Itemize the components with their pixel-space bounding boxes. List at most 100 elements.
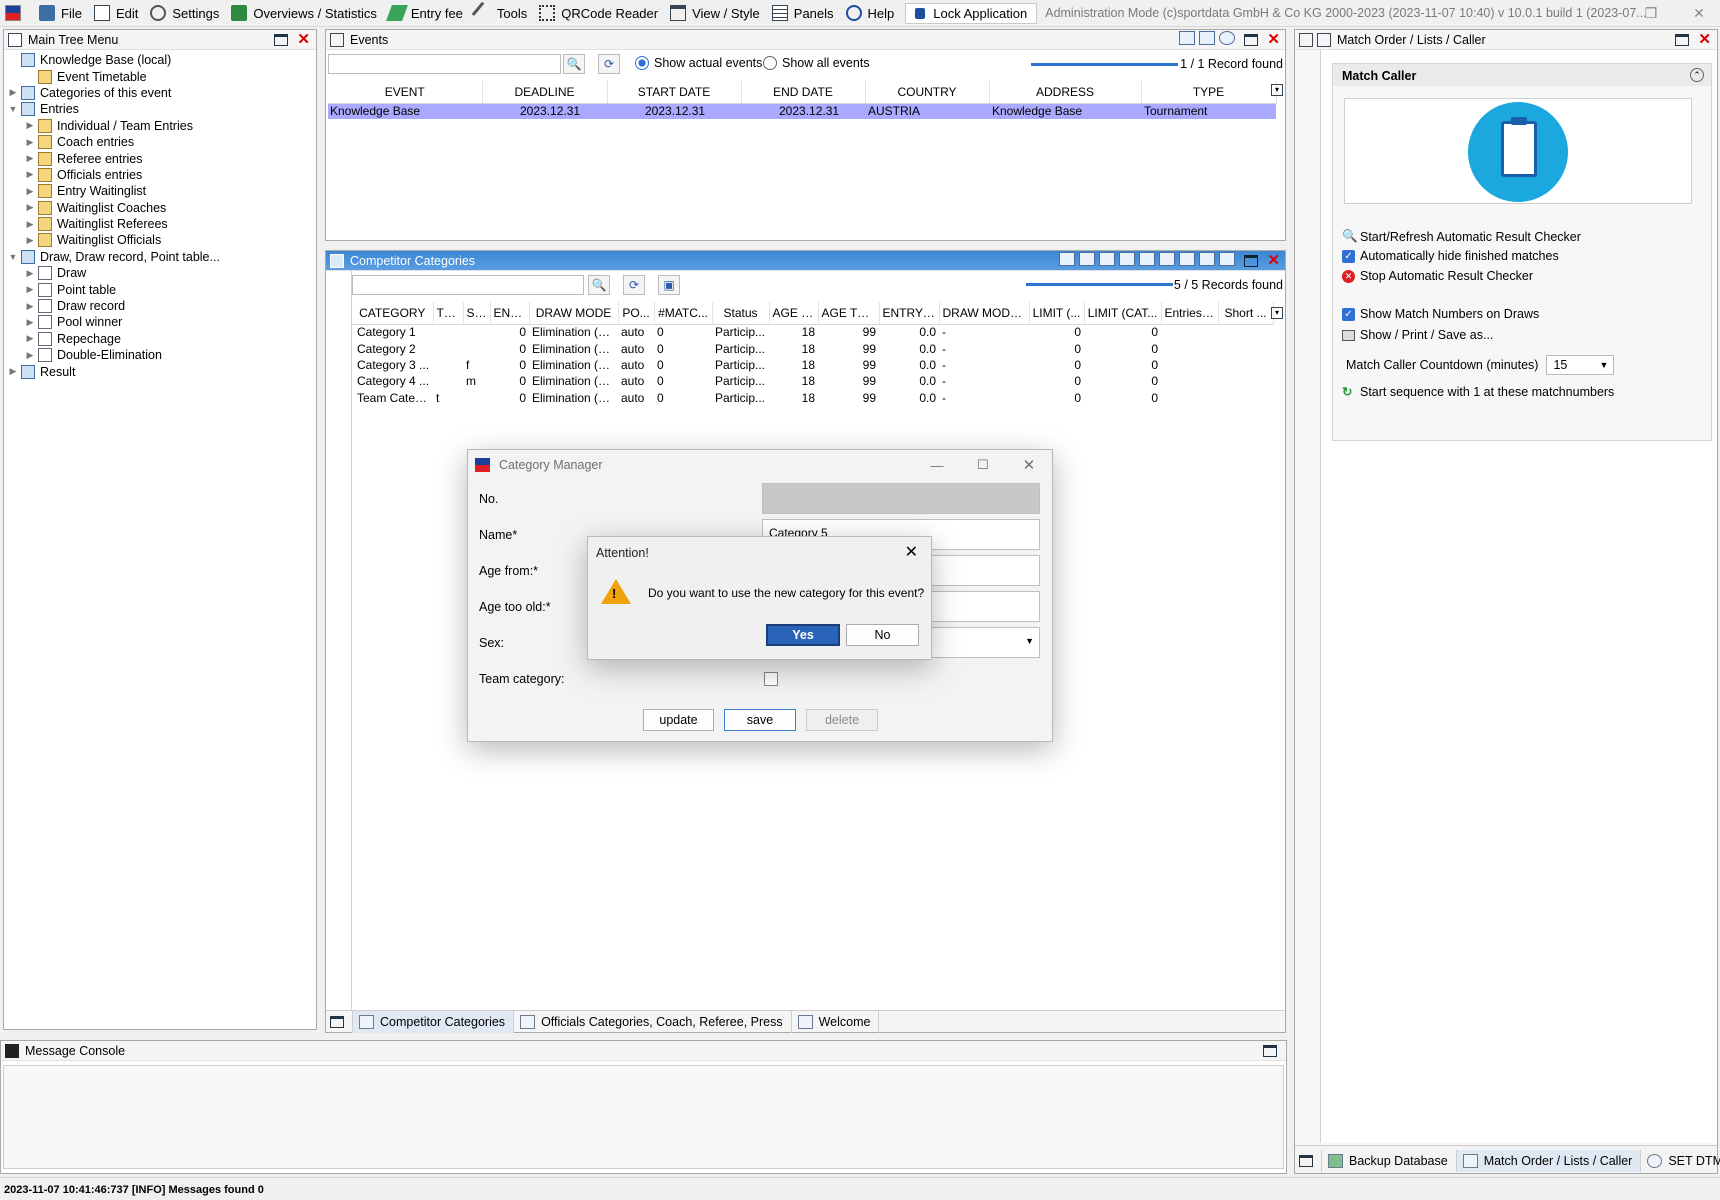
column-chooser-icon[interactable]: ▾ (1271, 307, 1283, 319)
maximize-icon[interactable] (1244, 254, 1259, 267)
events-column-header[interactable]: EVENT (328, 81, 483, 104)
tree-item[interactable]: ▶ Categories of this event (8, 85, 316, 101)
restore-window-button[interactable]: ❐ (1632, 0, 1670, 27)
maximize-icon[interactable] (1263, 1044, 1277, 1057)
expand-arrow-icon[interactable]: ▶ (8, 366, 18, 377)
countdown-select[interactable]: 15 ▼ (1546, 355, 1615, 375)
maximize-icon[interactable] (274, 33, 289, 46)
start-refresh-result-checker[interactable]: 🔍 Start/Refresh Automatic Result Checker (1342, 229, 1581, 244)
categories-column-header[interactable]: ENT... (490, 302, 530, 325)
expand-arrow-icon[interactable]: ▶ (8, 87, 18, 98)
categories-column-header[interactable]: DRAW MODE (529, 302, 619, 325)
tab-competitor-categories[interactable]: Competitor Categories (353, 1010, 515, 1033)
table-icon[interactable] (1219, 252, 1236, 266)
start-sequence-button[interactable]: ↻ Start sequence with 1 at these matchnum… (1342, 384, 1614, 400)
categories-column-header[interactable]: Short ... (1218, 302, 1274, 325)
folder-icon[interactable] (1059, 252, 1076, 266)
edit-icon[interactable] (1179, 31, 1196, 45)
categories-column-header[interactable]: CATEGORY (352, 302, 434, 325)
expand-arrow-icon[interactable]: ▶ (25, 153, 35, 164)
expand-arrow-icon[interactable]: ▶ (25, 137, 35, 148)
panel-maximize-tab[interactable] (1295, 1150, 1322, 1172)
categories-column-header[interactable]: AGE TO... (818, 302, 880, 325)
tree-item[interactable]: ▶ Waitinglist Referees (8, 216, 316, 232)
table-row[interactable]: Category 2 0 Elimination (K... auto 0 Partici… (352, 340, 1273, 356)
events-column-header[interactable]: COUNTRY (865, 81, 990, 104)
events-column-header[interactable]: ADDRESS (989, 81, 1142, 104)
tree-item[interactable]: ▶ Draw record (8, 298, 316, 314)
expand-arrow-icon[interactable]: ▶ (25, 301, 35, 312)
refresh-icon[interactable]: ⟳ (598, 54, 620, 74)
categories-column-header[interactable]: LIMIT (CAT... (1084, 302, 1162, 325)
close-icon[interactable]: ✕ (1267, 253, 1280, 268)
close-icon[interactable]: ✕ (1006, 456, 1052, 474)
tree-item[interactable]: ▶ Individual / Team Entries (8, 118, 316, 134)
no-button[interactable]: No (846, 624, 919, 646)
table-row[interactable]: Team Categ... t 0 Elimination (K... auto 0 Par… (352, 390, 1273, 406)
categories-column-header[interactable]: Status (712, 302, 770, 325)
table-row[interactable]: Knowledge Base 2023.12.31 2023.12.31 2023.1… (328, 103, 1276, 120)
tree-item[interactable]: ▶ Officials entries (8, 167, 316, 183)
categories-column-header[interactable]: AGE F... (769, 302, 819, 325)
tree-item[interactable]: ▶ Entry Waitinglist (8, 183, 316, 199)
paste-icon[interactable] (1079, 252, 1096, 266)
refresh-icon[interactable]: ⟳ (623, 275, 645, 295)
close-icon[interactable]: ✕ (1267, 32, 1280, 47)
print-icon[interactable] (1199, 252, 1216, 266)
categories-column-header[interactable]: ENTRY F... (879, 302, 940, 325)
tab-set-dtm[interactable]: SET DTM (1641, 1150, 1720, 1172)
tree-item[interactable]: ▶ Point table (8, 281, 316, 297)
tab-welcome[interactable]: Welcome (792, 1010, 880, 1033)
categories-column-header[interactable]: LIMIT (... (1029, 302, 1085, 325)
tree-item[interactable]: ▶ Pool winner (8, 314, 316, 330)
menu-entry-fee[interactable]: Entry fee (384, 0, 470, 26)
columns-icon[interactable] (1159, 252, 1176, 266)
expand-arrow-icon[interactable]: ▶ (25, 235, 35, 246)
tree-item[interactable]: ▶ Draw (8, 265, 316, 281)
categories-column-header[interactable]: DRAW MODE... (939, 302, 1030, 325)
categories-column-header[interactable]: Entries ... (1161, 302, 1219, 325)
menu-view-style[interactable]: View / Style (665, 0, 767, 26)
events-column-header[interactable]: TYPE (1141, 81, 1277, 104)
expand-arrow-icon[interactable]: ▶ (25, 350, 35, 361)
menu-settings[interactable]: Settings (145, 0, 226, 26)
tree-item[interactable]: ▶ Referee entries (8, 150, 316, 166)
categories-search-input[interactable] (352, 275, 584, 295)
folder-icon[interactable] (1199, 31, 1216, 45)
categories-column-header[interactable]: SEX (463, 302, 491, 325)
tab-match-order[interactable]: Match Order / Lists / Caller (1456, 1150, 1642, 1172)
save-icon[interactable]: ▣ (658, 275, 680, 295)
show-actual-events-radio[interactable]: Show actual events (635, 56, 762, 70)
collapse-icon[interactable]: ⌃ (1690, 68, 1704, 82)
column-chooser-icon[interactable]: ▾ (1271, 84, 1283, 96)
expand-arrow-icon[interactable]: ▼ (8, 252, 18, 262)
sort-icon[interactable] (1179, 252, 1196, 266)
minimize-icon[interactable]: — (914, 458, 960, 473)
show-match-numbers-checkbox[interactable]: ✓ Show Match Numbers on Draws (1342, 307, 1539, 321)
tree-item[interactable]: ▶ Waitinglist Officials (8, 232, 316, 248)
yes-button[interactable]: Yes (766, 624, 840, 646)
menu-tools[interactable]: Tools (470, 0, 534, 26)
expand-arrow-icon[interactable]: ▶ (25, 317, 35, 328)
close-window-button[interactable]: ✕ (1680, 0, 1718, 27)
tree-item[interactable]: ▶ Waitinglist Coaches (8, 200, 316, 216)
delete-button[interactable]: delete (806, 709, 878, 731)
tree-item[interactable]: ▶ Double-Elimination (8, 347, 316, 363)
table-row[interactable]: Category 3 ... f 0 Elimination (K... auto 0 Pa… (352, 357, 1273, 373)
tree-item[interactable]: ▶ Repechage (8, 331, 316, 347)
maximize-icon[interactable]: ☐ (960, 457, 1006, 473)
events-column-header[interactable]: DEADLINE (482, 81, 608, 104)
expand-arrow-icon[interactable]: ▶ (25, 219, 35, 230)
categories-column-header[interactable]: TE... (433, 302, 464, 325)
events-search-input[interactable] (328, 54, 561, 74)
expand-arrow-icon[interactable]: ▶ (25, 120, 35, 131)
events-column-header[interactable]: START DATE (607, 81, 742, 104)
search-icon[interactable]: 🔍 (563, 54, 585, 74)
refresh-icon[interactable] (1219, 31, 1236, 45)
menu-qrcode[interactable]: QRCode Reader (534, 0, 665, 26)
events-column-header[interactable]: END DATE (741, 81, 866, 104)
tree-item[interactable]: ▼ Draw, Draw record, Point table... (8, 249, 316, 265)
expand-arrow-icon[interactable]: ▶ (25, 284, 35, 295)
tab-backup-database[interactable]: Backup Database (1322, 1150, 1457, 1172)
expand-arrow-icon[interactable]: ▶ (25, 169, 35, 180)
